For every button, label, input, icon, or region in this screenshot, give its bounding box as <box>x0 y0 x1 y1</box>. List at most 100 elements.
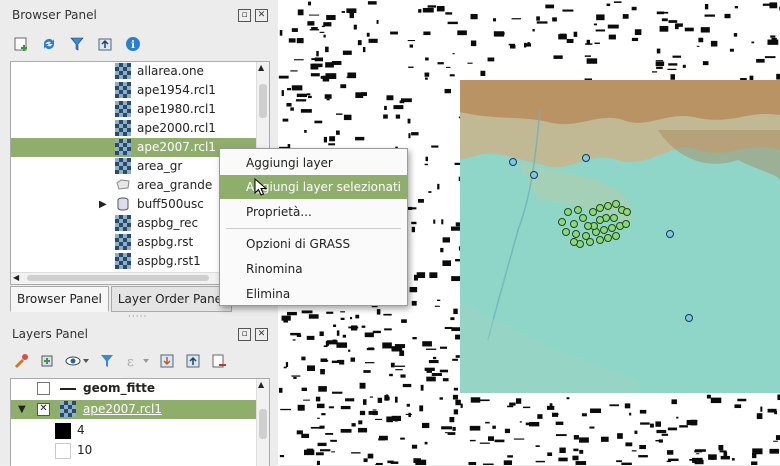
raster-icon <box>115 158 131 174</box>
menu-item-add-selected-layers[interactable]: Aggiungi layer selezionati <box>220 175 407 199</box>
point-marker <box>622 220 630 228</box>
refresh-icon[interactable] <box>40 35 58 53</box>
expand-arrow-icon[interactable]: ▶ <box>99 195 107 214</box>
point-marker <box>608 224 616 232</box>
layer-item-geom-fitte[interactable]: geom_fitte <box>11 379 257 398</box>
filter-icon[interactable] <box>68 35 86 53</box>
point-marker <box>572 230 580 238</box>
splitter-handle[interactable]: ····· <box>128 312 147 322</box>
point-marker <box>530 171 538 179</box>
raster-icon <box>115 139 131 155</box>
legend-label: 10 <box>77 443 93 457</box>
collapse-arrow-icon[interactable]: ▼ <box>18 400 26 419</box>
expression-filter-icon[interactable]: ε <box>124 352 150 370</box>
collapse-all-icon[interactable] <box>184 352 202 370</box>
tab-browser-panel[interactable]: Browser Panel <box>10 286 109 312</box>
collapse-icon[interactable] <box>96 35 114 53</box>
menu-item-grass-options[interactable]: Opzioni di GRASS <box>220 232 407 256</box>
tab-layer-order-panel[interactable]: Layer Order Panel <box>110 286 233 312</box>
raster-icon <box>115 120 131 136</box>
layers-panel-title: Layers Panel <box>12 327 88 341</box>
menu-item-add-layer[interactable]: Aggiungi layer <box>220 151 407 175</box>
legend-swatch <box>55 443 71 459</box>
point-marker <box>604 234 612 242</box>
browser-item-label: buff500usc <box>137 197 204 211</box>
database-icon <box>115 196 131 212</box>
browser-item-label: aspbg.rst <box>137 235 194 249</box>
remove-layer-icon[interactable] <box>210 352 228 370</box>
add-group-icon[interactable] <box>38 352 56 370</box>
browser-item-label: ape2007.rcl1 <box>137 140 216 154</box>
visibility-icon[interactable] <box>64 352 90 370</box>
point-marker <box>570 238 578 246</box>
info-icon[interactable]: i <box>124 35 142 53</box>
line-symbol-icon <box>60 388 76 390</box>
browser-item-label: area_gr <box>137 159 183 173</box>
browser-tabs: Browser Panel Layer Order Panel <box>10 286 234 312</box>
layer-label: geom_fitte <box>83 381 155 395</box>
browser-item[interactable]: allarea.one <box>11 62 257 81</box>
point-marker <box>623 208 631 216</box>
float-panel-button[interactable]: ▫ <box>238 328 251 341</box>
browser-item[interactable]: ape1980.rcl1 <box>11 100 257 119</box>
svg-text:ε: ε <box>127 355 134 369</box>
browser-item-label: aspbg_rec <box>137 216 199 230</box>
raster-icon <box>115 253 131 269</box>
close-panel-button[interactable]: ✕ <box>255 9 268 22</box>
point-marker <box>666 230 674 238</box>
layer-label: ape2007.rcl1 <box>83 402 162 416</box>
layer-visibility-checkbox[interactable] <box>37 382 50 395</box>
add-layer-icon[interactable] <box>12 35 30 53</box>
raster-icon <box>115 215 131 231</box>
browser-item-label: aspbg.rst1 <box>137 254 201 268</box>
point-marker <box>579 214 587 222</box>
menu-item-rename[interactable]: Rinomina <box>220 257 407 281</box>
point-marker <box>600 226 608 234</box>
browser-item[interactable]: ape1954.rcl1 <box>11 81 257 100</box>
raster-icon <box>60 401 76 417</box>
layers-tree: geom_fitte ▼ ✕ ape2007.rcl1 4 10 ▲ <box>10 378 270 466</box>
context-menu: Aggiungi layer Aggiungi layer selezionat… <box>219 148 408 306</box>
browser-item-label: ape1980.rcl1 <box>137 102 216 116</box>
browser-item[interactable]: ape2000.rcl1 <box>11 119 257 138</box>
browser-item-label: allarea.one <box>137 64 204 78</box>
style-icon[interactable] <box>12 352 30 370</box>
point-marker <box>584 222 592 230</box>
polygon-icon <box>115 177 131 193</box>
point-marker <box>612 232 620 240</box>
raster-icon <box>115 82 131 98</box>
point-marker <box>586 238 594 246</box>
layer-visibility-checkbox[interactable]: ✕ <box>37 403 50 416</box>
expand-all-icon[interactable] <box>158 352 176 370</box>
point-marker <box>564 208 572 216</box>
browser-item-label: ape2000.rcl1 <box>137 121 216 135</box>
point-marker <box>558 218 566 226</box>
point-marker <box>685 314 693 322</box>
point-marker <box>596 236 604 244</box>
close-panel-button[interactable]: ✕ <box>255 328 268 341</box>
menu-item-properties[interactable]: Proprietà... <box>220 200 407 224</box>
filter-legend-icon[interactable] <box>98 352 116 370</box>
layers-vertical-scrollbar[interactable]: ▲ <box>256 379 269 466</box>
legend-label: 4 <box>77 423 85 437</box>
menu-separator <box>226 228 401 229</box>
legend-swatch <box>55 423 71 439</box>
point-marker <box>509 158 517 166</box>
layers-panel: Layers Panel ▫ ✕ ε geom_fitte ▼ ✕ ape200… <box>0 322 278 466</box>
svg-text:i: i <box>131 40 135 51</box>
raster-icon <box>115 234 131 250</box>
layer-item-ape2007-rcl1[interactable]: ▼ ✕ ape2007.rcl1 <box>11 400 257 419</box>
mouse-cursor-icon <box>254 178 268 196</box>
point-marker <box>604 202 612 210</box>
browser-panel-title: Browser Panel <box>12 8 97 22</box>
point-marker <box>612 200 620 208</box>
point-marker <box>596 216 604 224</box>
legend-item: 4 <box>11 421 257 440</box>
point-marker <box>570 220 578 228</box>
browser-item-label: area_grande <box>137 178 213 192</box>
float-panel-button[interactable]: ▫ <box>238 9 251 22</box>
menu-item-delete[interactable]: Elimina <box>220 282 407 306</box>
point-marker <box>610 214 618 222</box>
raster-icon <box>115 101 131 117</box>
browser-item-label: ape1954.rcl1 <box>137 83 216 97</box>
